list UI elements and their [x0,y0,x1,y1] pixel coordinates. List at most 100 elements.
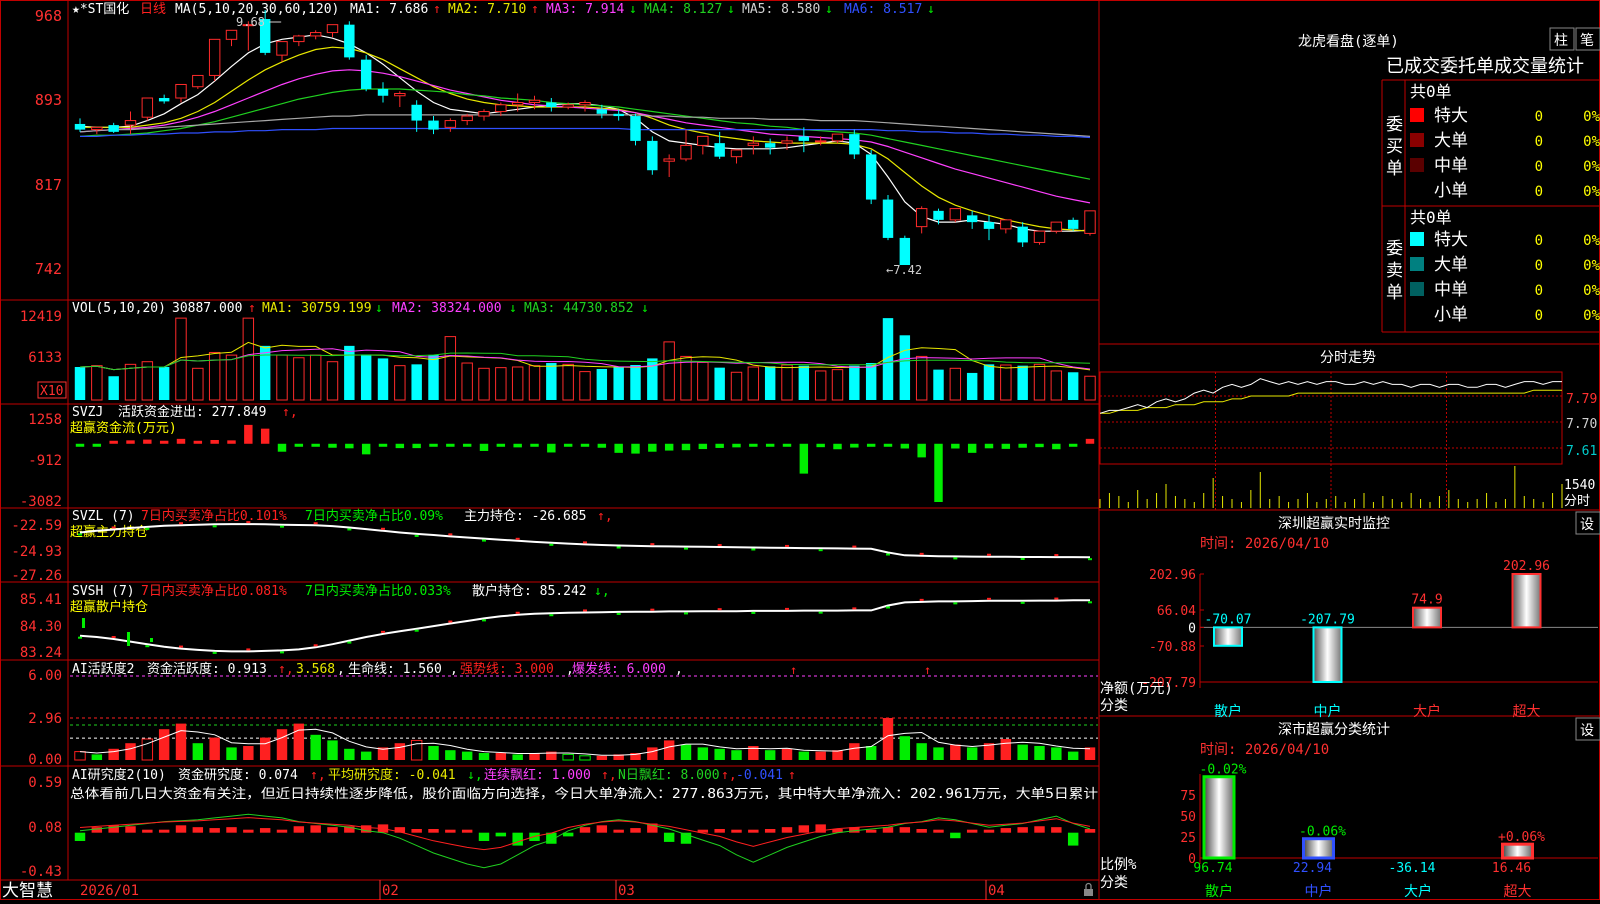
svzj-bar [850,443,859,448]
ai1-t4: 强势线: 3.000 [460,661,554,677]
monitor-value-label: -70.07 [1205,612,1252,627]
vol-bar [444,336,457,401]
ai-research-bar [731,829,742,833]
svzj-bar [917,443,926,458]
candle-down [899,237,911,265]
vol-bar [1000,364,1012,401]
ytick-893: 893 [35,91,62,109]
svsh-t3: 散户持仓: 85.242 [472,583,587,599]
ai-research-bar [966,829,978,833]
monitor-time: 时间: 2026/04/10 [1200,536,1329,552]
lhb-row-label: 特大 [1434,230,1468,250]
ai-research-bar [327,827,338,833]
ai-activity-bar [243,746,254,760]
candle-down [546,102,557,108]
ai-research-bar [714,829,725,833]
monitor-value-label: 74.9 [1411,593,1442,608]
svsh-green-mark [127,632,130,646]
ai-research-bar [512,832,523,846]
candle-up [663,158,675,162]
lhb-color-swatch [1410,232,1424,246]
candle-down [647,140,658,171]
svzj-bar [395,443,405,449]
ai-research-bar [192,827,204,833]
vol-bar [74,366,86,400]
stats-ylabel: 比例% [1100,857,1137,873]
avg-research-line [79,813,1091,869]
ai-research-bar [1051,827,1062,833]
ai-activity-bar [832,750,843,760]
svzj-bar [900,443,910,449]
ai-research-bar [865,829,877,833]
svzj-bar [799,443,809,474]
ma2-arrow: ↑ [531,2,539,17]
ma3-arrow: ↓ [629,2,637,17]
ai-activity-bar [158,729,170,760]
svzl-tick [212,525,217,528]
ma-line-ma6 [80,127,1091,139]
ai2-arrow3: ↑, [601,768,617,783]
ma-line-ma5 [79,114,1091,137]
svzj-bars [75,424,1095,502]
svzl-tick [313,522,318,525]
svzj-desc: 活跃资金进出: 277.849 [118,404,266,420]
candle-up [949,208,962,221]
vol-bar [933,369,944,400]
ai-activity-bar [950,744,961,760]
candle-down [158,98,170,102]
svzj-bar [462,443,472,447]
ai-activity-bar [865,746,877,760]
lhb-tick-toggle[interactable]: 笔 [1575,27,1600,51]
svsh-tick [919,598,924,601]
vol-bar [344,345,355,400]
svzj-bar [563,443,573,447]
svzj-bar [547,443,556,453]
svzj-sub: 超赢资金流(万元) [70,420,177,436]
svzj-bar [159,440,169,444]
svsh-tick [280,651,284,654]
candle-up [478,111,490,117]
svzj-bar [614,443,623,453]
ai-activity-bar [596,755,608,760]
stats-settings-button[interactable]: 设 [1575,717,1600,741]
monitor-settings-button[interactable]: 设 [1575,511,1600,535]
candle-up [461,115,473,122]
period-label[interactable]: 日线 [140,2,166,17]
ai1-arrow1: ↑, [278,662,294,677]
svzj-bar [816,443,825,448]
stock-name: ★*ST国化 [72,2,129,17]
lhb-color-swatch [1410,158,1424,172]
ai-activity-bar [192,743,204,760]
ai2-summary: 总体看前几日大资金有关注，但近日持续性逐步降低，股价面临方向选择，今日大单净流入… [70,786,1098,802]
lhb-title: 龙虎看盘(逐单) [1298,33,1399,50]
lock-icon[interactable] [1084,882,1093,897]
svsh-green-mark [150,638,153,642]
svzj-bar [92,443,102,447]
lhb-row-label: 特大 [1434,106,1468,126]
ai-research-bar [613,829,624,833]
ai-activity-bar [1051,747,1062,760]
candle-down [344,24,355,58]
ai-research-bar [950,832,961,839]
lhb-bar-toggle[interactable]: 柱 [1549,27,1575,51]
svsh-ytick-2: 83.24 [20,645,62,661]
lhb-sell-side-char: 单 [1386,283,1403,303]
lhb-row-pct: 0% [1583,109,1600,125]
low-annotation: ←7.42 [886,263,922,277]
svzl-tick [1088,558,1092,561]
svzj-bar [210,439,219,444]
vol-bar [1050,370,1063,401]
ai-research-bar [764,829,776,833]
candle-up [495,104,507,113]
svzj-bar [698,443,708,450]
ai-research-bar [478,832,490,841]
lhb-sell-side-char: 委 [1386,239,1403,259]
vol-bar [225,354,238,401]
candle-down [1067,219,1079,229]
ai-activity-bar [293,723,305,760]
svzj-bar [648,443,657,452]
ytick-742: 742 [35,260,62,278]
lhb-buy-side-char: 委 [1386,115,1403,135]
monitor-xlabel: 分类 [1100,698,1128,714]
xaxis-month-02: 02 [382,883,399,899]
